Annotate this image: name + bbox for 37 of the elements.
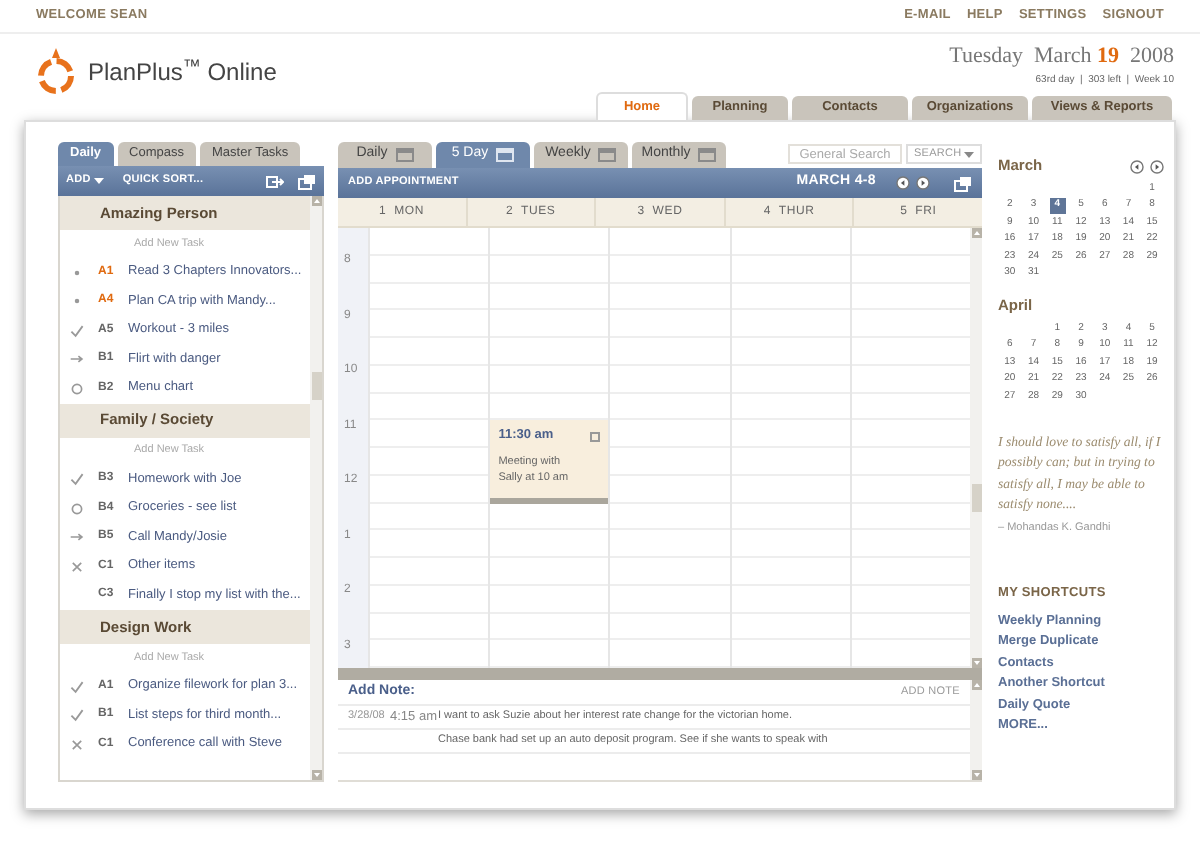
next-icon[interactable] xyxy=(1150,159,1164,173)
scroll-down-icon[interactable] xyxy=(971,770,981,780)
scroll-down-icon[interactable] xyxy=(311,770,321,780)
bullet-icon[interactable] xyxy=(70,265,84,280)
check-icon[interactable] xyxy=(70,472,84,487)
forward-icon[interactable] xyxy=(266,175,284,187)
expand-icon[interactable] xyxy=(954,175,972,191)
arrow-icon[interactable] xyxy=(70,352,84,367)
scroll-down-icon[interactable] xyxy=(971,658,981,668)
scroll-thumb[interactable] xyxy=(311,372,321,400)
circle-icon[interactable] xyxy=(70,381,84,396)
caret-icon xyxy=(94,178,105,184)
bullet-icon[interactable] xyxy=(70,294,84,309)
calendar-icon xyxy=(496,148,515,162)
cross-icon[interactable] xyxy=(70,559,84,574)
scroll-thumb[interactable] xyxy=(971,484,981,512)
calendar-icon xyxy=(698,148,717,162)
check-icon[interactable] xyxy=(70,323,84,338)
circle-icon[interactable] xyxy=(70,501,84,516)
scroll-up-icon[interactable] xyxy=(971,680,981,690)
calendar-icon xyxy=(598,148,617,162)
logo-text: PlanPlus$^{™}$ Online xyxy=(88,54,277,90)
current-date: Tuesday March 19 2008 xyxy=(949,42,1174,72)
cross-icon[interactable] xyxy=(70,737,84,752)
calendar-icon xyxy=(395,148,414,162)
next-icon[interactable] xyxy=(916,176,930,190)
arrow-icon[interactable] xyxy=(70,530,84,545)
resize-handle[interactable] xyxy=(490,497,609,503)
scroll-up-icon[interactable] xyxy=(311,196,321,206)
logo-icon xyxy=(34,48,78,96)
splitter-bar[interactable] xyxy=(338,668,982,680)
expand-icon[interactable] xyxy=(298,173,316,189)
previous-icon[interactable] xyxy=(1130,159,1144,173)
scroll-up-icon[interactable] xyxy=(971,228,981,238)
checkbox-icon[interactable] xyxy=(590,431,601,442)
caret-icon xyxy=(964,151,974,157)
previous-icon[interactable] xyxy=(896,176,910,190)
